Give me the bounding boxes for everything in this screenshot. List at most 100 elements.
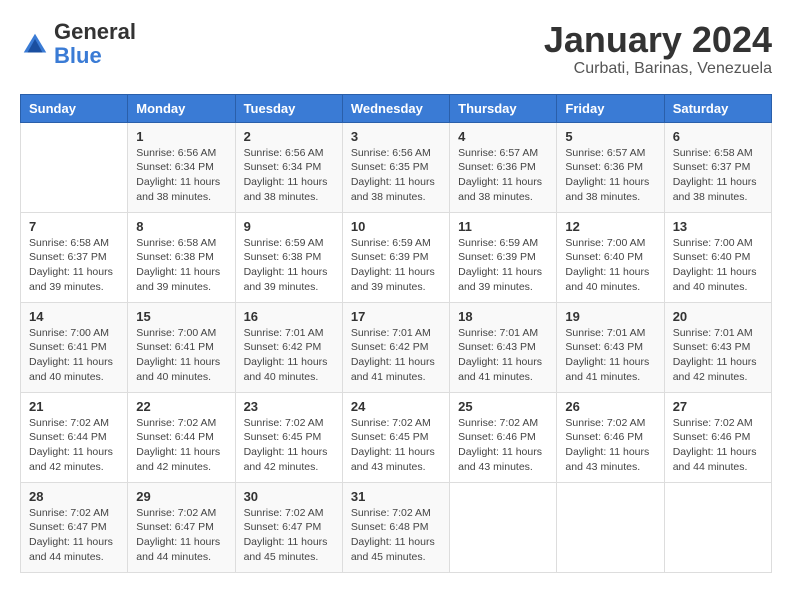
day-number: 29 [136,489,226,504]
day-number: 20 [673,309,763,324]
day-info: Sunrise: 7:02 AMSunset: 6:46 PMDaylight:… [565,416,655,475]
day-info: Sunrise: 7:02 AMSunset: 6:47 PMDaylight:… [244,506,334,565]
day-number: 22 [136,399,226,414]
logo-icon [20,30,50,60]
calendar-cell: 19Sunrise: 7:01 AMSunset: 6:43 PMDayligh… [557,302,664,392]
day-number: 6 [673,129,763,144]
day-number: 2 [244,129,334,144]
calendar-cell: 27Sunrise: 7:02 AMSunset: 6:46 PMDayligh… [664,392,771,482]
calendar-cell [450,482,557,572]
day-info: Sunrise: 6:56 AMSunset: 6:34 PMDaylight:… [136,146,226,205]
calendar-cell: 14 Sunrise: 7:00 AMSunset: 6:41 PMDayligh… [21,302,128,392]
day-number: 11 [458,219,548,234]
day-info: Sunrise: 7:02 AMSunset: 6:44 PMDaylight:… [29,416,119,475]
day-info: Sunrise: 7:02 AMSunset: 6:48 PMDaylight:… [351,506,441,565]
day-info: Sunrise: 7:02 AMSunset: 6:47 PMDaylight:… [136,506,226,565]
calendar-cell: 21 Sunrise: 7:02 AMSunset: 6:44 PMDayligh… [21,392,128,482]
calendar-cell: 31Sunrise: 7:02 AMSunset: 6:48 PMDayligh… [342,482,449,572]
page-header: General Blue January 2024 Curbati, Barin… [20,20,772,78]
day-info: Sunrise: 6:59 AMSunset: 6:38 PMDaylight:… [244,236,334,295]
day-info: Sunrise: 6:56 AMSunset: 6:35 PMDaylight:… [351,146,441,205]
location-text: Curbati, Barinas, Venezuela [544,60,772,78]
day-info: Sunrise: 7:02 AMSunset: 6:46 PMDaylight:… [673,416,763,475]
calendar-cell: 4Sunrise: 6:57 AMSunset: 6:36 PMDaylight… [450,122,557,212]
calendar-cell: 6 Sunrise: 6:58 AMSunset: 6:37 PMDaylight… [664,122,771,212]
calendar-cell: 1 Sunrise: 6:56 AMSunset: 6:34 PMDaylight… [128,122,235,212]
day-info: Sunrise: 6:57 AMSunset: 6:36 PMDaylight:… [565,146,655,205]
day-number: 28 [29,489,119,504]
calendar-table: SundayMondayTuesdayWednesdayThursdayFrid… [20,94,772,573]
day-info: Sunrise: 7:00 AMSunset: 6:41 PMDaylight:… [136,326,226,385]
day-number: 17 [351,309,441,324]
logo: General Blue [20,20,136,68]
day-number: 25 [458,399,548,414]
day-number: 30 [244,489,334,504]
day-number: 4 [458,129,548,144]
day-info: Sunrise: 6:59 AMSunset: 6:39 PMDaylight:… [458,236,548,295]
day-number: 10 [351,219,441,234]
logo-general-text: General [54,20,136,44]
month-title: January 2024 [544,20,772,60]
day-info: Sunrise: 6:59 AMSunset: 6:39 PMDaylight:… [351,236,441,295]
calendar-cell: 9Sunrise: 6:59 AMSunset: 6:38 PMDaylight… [235,212,342,302]
day-info: Sunrise: 6:56 AMSunset: 6:34 PMDaylight:… [244,146,334,205]
calendar-week-row: 1 Sunrise: 6:56 AMSunset: 6:34 PMDaylight… [21,122,772,212]
day-number: 12 [565,219,655,234]
day-number: 14 [29,309,119,324]
day-info: Sunrise: 7:00 AMSunset: 6:41 PMDaylight:… [29,326,119,385]
day-info: Sunrise: 7:01 AMSunset: 6:43 PMDaylight:… [673,326,763,385]
calendar-cell: 10 Sunrise: 6:59 AMSunset: 6:39 PMDayligh… [342,212,449,302]
calendar-cell [557,482,664,572]
day-info: Sunrise: 7:01 AMSunset: 6:42 PMDaylight:… [244,326,334,385]
weekday-header-wednesday: Wednesday [342,94,449,122]
day-info: Sunrise: 7:02 AMSunset: 6:45 PMDaylight:… [351,416,441,475]
calendar-cell: 17 Sunrise: 7:01 AMSunset: 6:42 PMDayligh… [342,302,449,392]
weekday-header-thursday: Thursday [450,94,557,122]
day-info: Sunrise: 7:01 AMSunset: 6:43 PMDaylight:… [565,326,655,385]
calendar-week-row: 28 Sunrise: 7:02 AMSunset: 6:47 PMDayligh… [21,482,772,572]
day-info: Sunrise: 6:58 AMSunset: 6:37 PMDaylight:… [673,146,763,205]
calendar-cell: 26Sunrise: 7:02 AMSunset: 6:46 PMDayligh… [557,392,664,482]
calendar-cell: 5Sunrise: 6:57 AMSunset: 6:36 PMDaylight… [557,122,664,212]
calendar-week-row: 14 Sunrise: 7:00 AMSunset: 6:41 PMDayligh… [21,302,772,392]
calendar-cell: 25 Sunrise: 7:02 AMSunset: 6:46 PMDayligh… [450,392,557,482]
calendar-cell: 7Sunrise: 6:58 AMSunset: 6:37 PMDaylight… [21,212,128,302]
calendar-cell [21,122,128,212]
calendar-cell: 12 Sunrise: 7:00 AMSunset: 6:40 PMDayligh… [557,212,664,302]
day-number: 1 [136,129,226,144]
calendar-cell: 3 Sunrise: 6:56 AMSunset: 6:35 PMDaylight… [342,122,449,212]
day-info: Sunrise: 7:00 AMSunset: 6:40 PMDaylight:… [565,236,655,295]
calendar-cell: 22Sunrise: 7:02 AMSunset: 6:44 PMDayligh… [128,392,235,482]
weekday-header-row: SundayMondayTuesdayWednesdayThursdayFrid… [21,94,772,122]
logo-blue-text: Blue [54,44,136,68]
day-info: Sunrise: 6:58 AMSunset: 6:38 PMDaylight:… [136,236,226,295]
calendar-cell: 8 Sunrise: 6:58 AMSunset: 6:38 PMDaylight… [128,212,235,302]
calendar-cell: 30 Sunrise: 7:02 AMSunset: 6:47 PMDayligh… [235,482,342,572]
title-block: January 2024 Curbati, Barinas, Venezuela [544,20,772,78]
calendar-cell: 18 Sunrise: 7:01 AMSunset: 6:43 PMDayligh… [450,302,557,392]
calendar-cell: 13 Sunrise: 7:00 AMSunset: 6:40 PMDayligh… [664,212,771,302]
calendar-cell: 28 Sunrise: 7:02 AMSunset: 6:47 PMDayligh… [21,482,128,572]
day-number: 3 [351,129,441,144]
day-number: 13 [673,219,763,234]
day-info: Sunrise: 7:02 AMSunset: 6:45 PMDaylight:… [244,416,334,475]
calendar-week-row: 7Sunrise: 6:58 AMSunset: 6:37 PMDaylight… [21,212,772,302]
day-info: Sunrise: 6:58 AMSunset: 6:37 PMDaylight:… [29,236,119,295]
day-number: 18 [458,309,548,324]
calendar-cell: 23Sunrise: 7:02 AMSunset: 6:45 PMDayligh… [235,392,342,482]
calendar-week-row: 21 Sunrise: 7:02 AMSunset: 6:44 PMDayligh… [21,392,772,482]
weekday-header-sunday: Sunday [21,94,128,122]
weekday-header-saturday: Saturday [664,94,771,122]
day-number: 8 [136,219,226,234]
calendar-cell: 29 Sunrise: 7:02 AMSunset: 6:47 PMDayligh… [128,482,235,572]
day-info: Sunrise: 7:02 AMSunset: 6:47 PMDaylight:… [29,506,119,565]
day-number: 24 [351,399,441,414]
day-number: 15 [136,309,226,324]
day-info: Sunrise: 7:01 AMSunset: 6:42 PMDaylight:… [351,326,441,385]
day-info: Sunrise: 7:01 AMSunset: 6:43 PMDaylight:… [458,326,548,385]
day-number: 21 [29,399,119,414]
weekday-header-tuesday: Tuesday [235,94,342,122]
calendar-cell: 15 Sunrise: 7:00 AMSunset: 6:41 PMDayligh… [128,302,235,392]
day-info: Sunrise: 7:02 AMSunset: 6:46 PMDaylight:… [458,416,548,475]
day-info: Sunrise: 7:00 AMSunset: 6:40 PMDaylight:… [673,236,763,295]
